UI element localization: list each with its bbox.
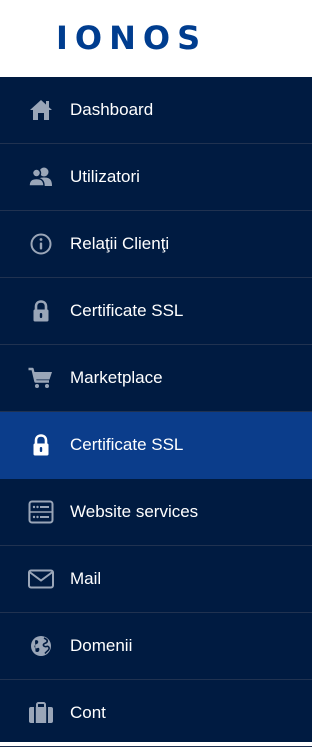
sidebar-item-mail[interactable]: Mail: [0, 546, 312, 613]
server-icon: [27, 498, 55, 526]
sidebar-item-certificate-ssl-active[interactable]: Certificate SSL: [0, 412, 312, 479]
lock-icon: [27, 297, 55, 325]
sidebar-item-marketplace[interactable]: Marketplace: [0, 345, 312, 412]
header: IONOS: [0, 0, 312, 77]
sidebar-menu: Dashboard Utilizatori Relaţii Clienţi Ce…: [0, 77, 312, 747]
sidebar-item-label: Utilizatori: [70, 167, 140, 186]
sidebar-item-label: Domenii: [70, 636, 133, 655]
users-icon: [27, 163, 55, 191]
sidebar-item-label: Cont: [70, 703, 106, 722]
sidebar-item-domenii[interactable]: Domenii: [0, 613, 312, 680]
sidebar-item-relatii-clienti[interactable]: Relaţii Clienţi: [0, 211, 312, 278]
briefcase-icon: [27, 699, 55, 727]
sidebar-item-label: Certificate SSL: [70, 435, 184, 454]
sidebar-item-utilizatori[interactable]: Utilizatori: [0, 144, 312, 211]
sidebar-item-label: Dashboard: [70, 100, 154, 119]
sidebar-item-label: Mail: [70, 569, 102, 588]
sidebar-item-label: Marketplace: [70, 368, 163, 387]
sidebar-item-label: Relaţii Clienţi: [70, 234, 170, 253]
sidebar-item-certificate-ssl[interactable]: Certificate SSL: [0, 278, 312, 345]
info-icon: [27, 230, 55, 258]
cart-icon: [27, 364, 55, 392]
mail-icon: [27, 565, 55, 593]
home-icon: [27, 96, 55, 124]
sidebar-item-dashboard[interactable]: Dashboard: [0, 77, 312, 144]
sidebar-item-label: Certificate SSL: [70, 301, 184, 320]
sidebar-item-website-services[interactable]: Website services: [0, 479, 312, 546]
lock-icon: [27, 431, 55, 459]
ionos-logo[interactable]: IONOS: [56, 18, 207, 58]
sidebar-item-label: Website services: [70, 502, 199, 521]
sidebar-item-cont[interactable]: Cont: [0, 680, 312, 747]
globe-icon: [27, 632, 55, 660]
